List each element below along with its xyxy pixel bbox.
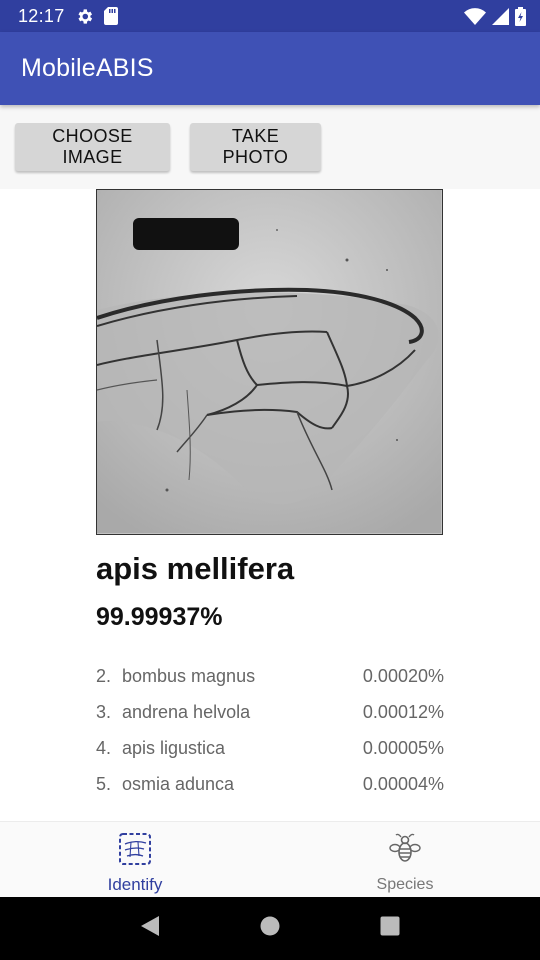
top-species-name: apis mellifera xyxy=(96,551,295,586)
home-icon[interactable] xyxy=(259,915,281,942)
bee-icon xyxy=(388,832,422,871)
battery-icon xyxy=(515,6,526,26)
result-row: 4. apis ligustica 0.00005% xyxy=(96,730,444,766)
back-icon[interactable] xyxy=(139,914,161,943)
cell-signal-icon xyxy=(492,7,509,25)
wing-scan-icon xyxy=(118,832,152,871)
result-probability: 0.00004% xyxy=(362,773,444,794)
result-species: bombus magnus xyxy=(122,665,256,686)
wifi-icon xyxy=(464,7,486,25)
status-time: 12:17 xyxy=(18,5,65,26)
status-right xyxy=(464,6,526,26)
result-row: 3. andrena helvola 0.00012% xyxy=(96,694,444,730)
result-rank: 3. xyxy=(96,701,112,722)
result-species: andrena helvola xyxy=(122,701,251,722)
result-row: 5. osmia adunca 0.00004% xyxy=(96,766,444,802)
settings-gear-icon xyxy=(75,7,94,26)
result-rank: 5. xyxy=(96,773,112,794)
nav-label-species: Species xyxy=(376,876,434,893)
bottom-navigation: Identify Species xyxy=(0,821,540,897)
top-species-probability: 99.99937% xyxy=(96,603,223,631)
nav-item-identify[interactable]: Identify xyxy=(0,822,270,897)
result-species: osmia adunca xyxy=(122,773,235,794)
nav-item-species[interactable]: Species xyxy=(270,822,540,897)
result-rank: 4. xyxy=(96,737,112,758)
result-rank: 2. xyxy=(96,665,112,686)
system-nav-bar xyxy=(0,897,540,960)
app-bar: MobileABIS xyxy=(0,32,540,105)
recents-icon[interactable] xyxy=(379,915,401,942)
sd-card-icon xyxy=(103,7,118,25)
result-probability: 0.00012% xyxy=(362,701,444,722)
status-bar: 12:17 xyxy=(0,0,540,32)
main-content: apis mellifera 99.99937% 2. bombus magnu… xyxy=(0,189,540,821)
wing-image xyxy=(96,189,443,535)
take-photo-button[interactable]: TAKE PHOTO xyxy=(190,123,321,171)
nav-label-identify: Identify xyxy=(107,875,163,894)
action-toolbar: CHOOSE IMAGE TAKE PHOTO xyxy=(0,105,540,189)
other-results-list: 2. bombus magnus 0.00020% 3. andrena hel… xyxy=(96,658,444,802)
result-probability: 0.00005% xyxy=(362,737,444,758)
result-species: apis ligustica xyxy=(122,737,226,758)
result-row: 2. bombus magnus 0.00020% xyxy=(96,658,444,694)
choose-image-button[interactable]: CHOOSE IMAGE xyxy=(15,123,170,171)
app-title: MobileABIS xyxy=(21,54,154,82)
status-left: 12:17 xyxy=(18,6,118,27)
result-probability: 0.00020% xyxy=(362,665,444,686)
